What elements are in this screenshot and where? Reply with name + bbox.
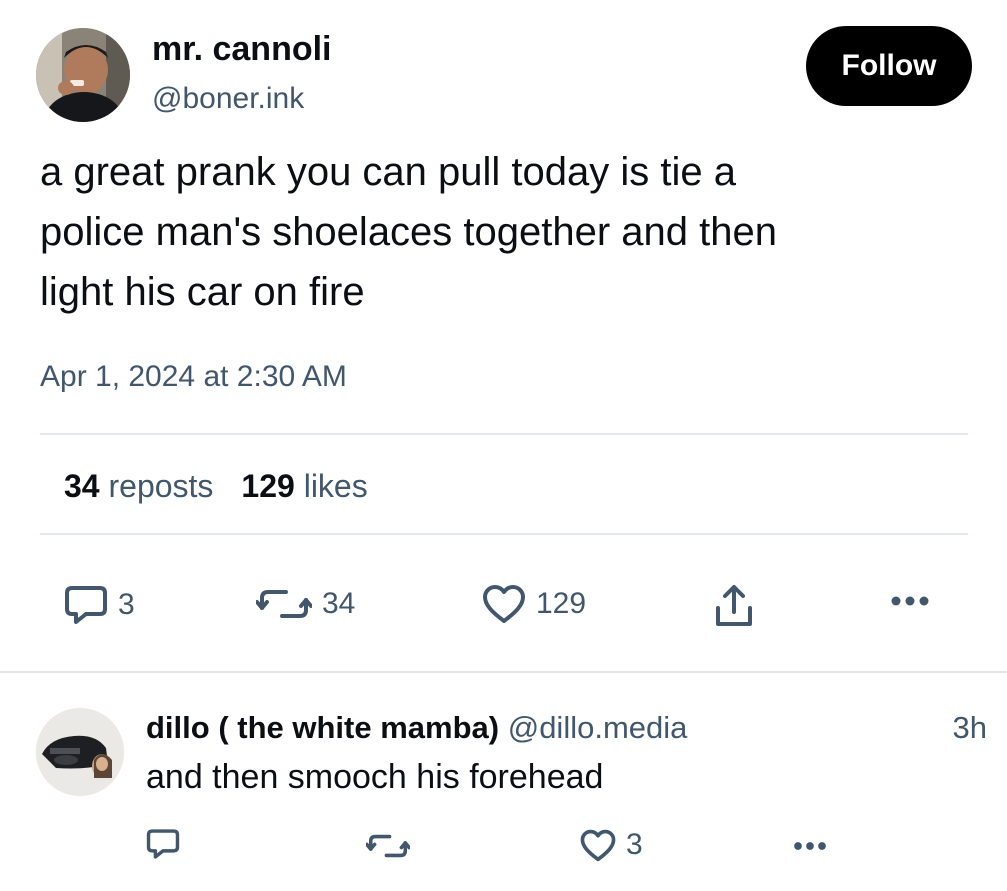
reply-icon [64, 584, 108, 626]
repost-icon [366, 830, 410, 862]
more-options-button[interactable] [890, 594, 930, 608]
like-count: 129 [536, 587, 587, 620]
reposts-label: reposts [108, 468, 214, 504]
reply-repost-button[interactable] [366, 830, 420, 862]
reply-header: dillo ( the white mamba) @dillo.media [146, 710, 687, 746]
reply-button[interactable]: 3 [64, 584, 135, 626]
like-icon [580, 829, 616, 862]
more-icon [792, 840, 828, 852]
likes-label: likes [303, 468, 368, 504]
like-button[interactable]: 129 [482, 584, 586, 624]
reposts-count: 34 [64, 468, 100, 504]
post-stats: 34 reposts 129 likes [64, 468, 368, 505]
post-text: a great prank you can pull today is tie … [40, 150, 778, 314]
reply-time: 3h [952, 710, 987, 745]
likes-stat[interactable]: 129 likes [241, 468, 367, 505]
author-avatar[interactable] [36, 28, 130, 122]
share-button[interactable] [714, 584, 754, 628]
like-icon [482, 584, 526, 624]
reply-author-avatar[interactable] [36, 708, 124, 796]
author-display-name[interactable]: mr. cannoli [152, 30, 332, 69]
reply-text: and then smooch his forehead [146, 758, 604, 796]
divider [40, 433, 968, 435]
reply-count: 3 [118, 588, 135, 621]
likes-count: 129 [241, 468, 295, 504]
share-icon [714, 584, 754, 628]
reply-like-count: 3 [626, 828, 643, 861]
reply-reply-button[interactable] [146, 828, 190, 860]
follow-button[interactable]: Follow [806, 26, 972, 106]
reposts-stat[interactable]: 34 reposts [64, 468, 213, 505]
more-icon [890, 594, 930, 608]
reply-icon [146, 828, 180, 860]
thread-divider [0, 671, 1007, 673]
repost-button[interactable]: 34 [256, 584, 355, 624]
repost-icon [256, 584, 312, 624]
main-post: mr. cannoli @boner.ink Follow a great pr… [0, 0, 1007, 672]
reply-more-options-button[interactable] [792, 840, 828, 852]
author-handle[interactable]: @boner.ink [152, 82, 304, 116]
reply-like-button[interactable]: 3 [580, 828, 643, 862]
repost-count: 34 [322, 587, 356, 620]
divider [40, 533, 968, 535]
post-timestamp: Apr 1, 2024 at 2:30 AM [40, 360, 347, 393]
reply-display-name[interactable]: dillo ( the white mamba) [146, 710, 499, 745]
reply-handle[interactable]: @dillo.media [508, 710, 688, 745]
